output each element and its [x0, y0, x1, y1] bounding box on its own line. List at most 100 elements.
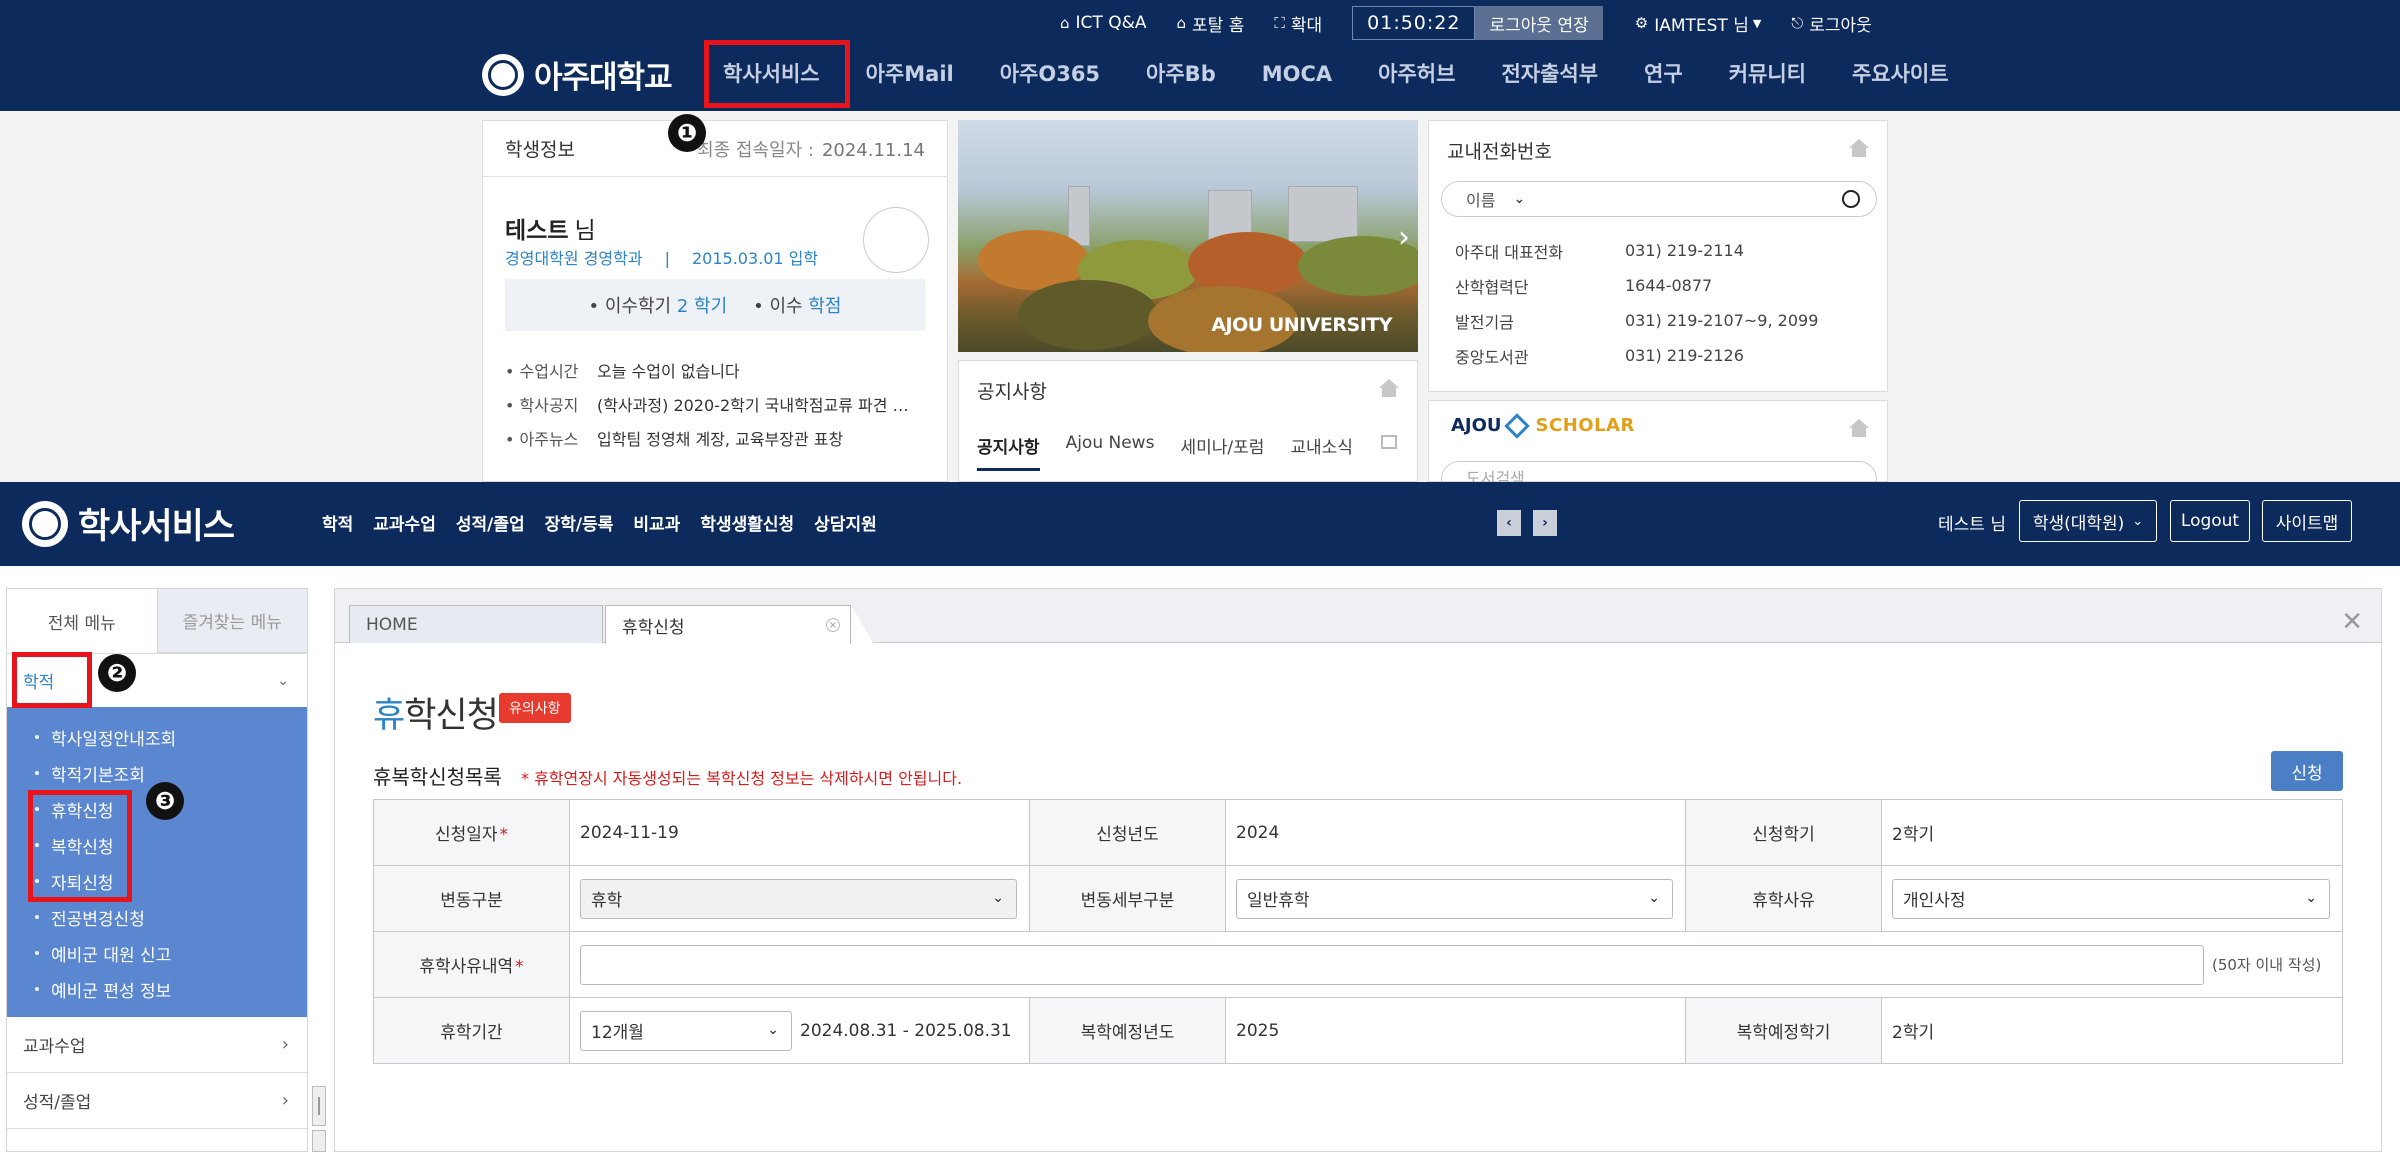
- ajou-scholar-logo[interactable]: AJOU SCHOLAR: [1451, 412, 1635, 439]
- sidebar-item-schedule[interactable]: 학사일정안내조회: [7, 719, 307, 755]
- portal-nav-bb[interactable]: 아주Bb: [1123, 58, 1239, 90]
- apply-button[interactable]: 신청: [2271, 751, 2343, 791]
- phone-directory-card: 교내전화번호 이름 ⌄ 아주대 대표전화 031) 219-2114 산학협력단 1…: [1428, 120, 1888, 392]
- sidebar-collapse-handle[interactable]: [312, 1086, 326, 1126]
- library-search-input[interactable]: 도서검색: [1441, 461, 1877, 482]
- portal-nav-o365[interactable]: 아주O365: [977, 58, 1123, 90]
- notice-tab-seminar[interactable]: 세미나/포럼: [1180, 433, 1264, 471]
- notice-title: 공지사항: [977, 381, 1047, 403]
- highlight-academic-record: [12, 652, 92, 708]
- last-login: 최종 접속일자 :2024.11.14: [697, 139, 925, 161]
- university-seal-icon: [482, 53, 524, 96]
- nav-counseling[interactable]: 상담지원: [814, 510, 877, 535]
- more-icon[interactable]: [1381, 435, 1397, 449]
- portal-nav-research[interactable]: 연구: [1621, 58, 1706, 90]
- student-department: 경영대학원 경영학과 | 2015.03.01 입학: [505, 249, 819, 268]
- extend-session-button[interactable]: 로그아웃 연장: [1475, 6, 1603, 40]
- list-item[interactable]: • 아주뉴스 입학팀 정영채 계장, 교육부장관 표창: [505, 421, 917, 455]
- tab-favorite-menu[interactable]: 즐겨찾는 메뉴: [156, 589, 307, 653]
- close-icon[interactable]: ✕: [2341, 607, 2363, 637]
- list-item: 아주대 대표전화 031) 219-2114: [1455, 241, 1744, 262]
- chevron-right-icon[interactable]: ›: [1533, 510, 1557, 536]
- academic-service-logo[interactable]: 학사서비스: [22, 498, 235, 549]
- home-icon[interactable]: [1379, 379, 1399, 397]
- table-row: 변동구분 휴학 ⌄ 변동세부구분 일반휴학 ⌄ 휴학사유 개인사정 ⌄: [373, 865, 2343, 932]
- zoom-button[interactable]: ⛶ 확대: [1274, 11, 1322, 36]
- notice-tab-campus-news[interactable]: 교내소식: [1290, 433, 1353, 471]
- step-marker-1: ❶: [668, 114, 706, 152]
- search-icon[interactable]: [1842, 190, 1860, 208]
- logout-button[interactable]: Logout: [2170, 500, 2250, 542]
- sidebar-item-reserve-report[interactable]: 예비군 대원 신고: [7, 935, 307, 971]
- chevron-down-icon: ⌄: [1513, 191, 1526, 207]
- chevron-down-icon: ⌄: [2132, 513, 2144, 529]
- nav-student-life[interactable]: 학생생활신청: [700, 510, 794, 535]
- nav-scholarship[interactable]: 장학/등록: [545, 510, 614, 535]
- nav-grades[interactable]: 성적/졸업: [456, 510, 525, 535]
- apply-date-value: 2024-11-19: [569, 799, 1030, 866]
- notice-tab-ajou-news[interactable]: Ajou News: [1066, 433, 1155, 471]
- session-timer: 01:50:22: [1352, 6, 1476, 40]
- sidebar-group-grades[interactable]: 성적/졸업 ›: [7, 1073, 307, 1129]
- tab-home[interactable]: HOME: [349, 605, 603, 643]
- sidebar-scroll-handle[interactable]: [312, 1130, 326, 1152]
- home-icon[interactable]: [1849, 139, 1869, 157]
- work-area: HOME 휴학신청 × ✕ 휴학신청 유의사항 휴복학신청목록 * 휴학연장시 …: [334, 588, 2382, 1152]
- return-year-value: 2025: [1225, 997, 1686, 1064]
- nav-courses[interactable]: 교과수업: [373, 510, 436, 535]
- portal-nav-mail[interactable]: 아주Mail: [843, 58, 977, 90]
- highlight-academic-service: [704, 40, 850, 108]
- leave-reason-select[interactable]: 개인사정 ⌄: [1892, 878, 2330, 919]
- scholar-card: AJOU SCHOLAR 도서검색: [1428, 400, 1888, 482]
- table-row: 신청일자 * 2024-11-19 신청년도 2024 신청학기 2학기: [373, 799, 2343, 866]
- notice-badge[interactable]: 유의사항: [499, 693, 571, 723]
- home-icon[interactable]: [1849, 419, 1869, 437]
- portal-nav: 학사서비스 아주Mail 아주O365 아주Bb MOCA 아주허브 전자출석부…: [700, 58, 1972, 90]
- notice-tab-notice[interactable]: 공지사항: [977, 433, 1040, 471]
- portal-nav-moca[interactable]: MOCA: [1239, 58, 1355, 90]
- portal-nav-hub[interactable]: 아주허브: [1355, 58, 1478, 90]
- portal-nav-attendance[interactable]: 전자출석부: [1478, 58, 1621, 90]
- list-item[interactable]: • 학사공지 (학사과정) 2020-2학기 국내학점교류 파견 …: [505, 387, 917, 421]
- nav-academic-record[interactable]: 학적: [322, 510, 353, 535]
- credit-summary: • 이수학기 2 학기 • 이수 학점: [505, 279, 925, 331]
- chevron-left-icon[interactable]: ‹: [1497, 510, 1521, 536]
- sitemap-button[interactable]: 사이트맵: [2262, 500, 2352, 542]
- sidebar-item-major-change[interactable]: 전공변경신청: [7, 899, 307, 935]
- change-type-select[interactable]: 휴학 ⌄: [580, 878, 1017, 919]
- portal-nav-community[interactable]: 커뮤니티: [1706, 58, 1829, 90]
- notice-card: 공지사항 공지사항 Ajou News 세미나/포럼 교내소식: [958, 360, 1418, 482]
- zoom-icon: ⛶: [1274, 14, 1285, 32]
- list-item[interactable]: • 수업시간 오늘 수업이 없습니다: [505, 353, 917, 387]
- student-name: 테스트 님: [505, 218, 596, 244]
- chevron-right-icon[interactable]: ›: [1398, 220, 1410, 255]
- portal-logo[interactable]: 아주대학교: [482, 52, 673, 97]
- change-detail-select[interactable]: 일반휴학 ⌄: [1236, 878, 1673, 919]
- academic-service-nav: 학적 교과수업 성적/졸업 장학/등록 비교과 학생생활신청 상담지원: [322, 510, 897, 535]
- apply-semester-value: 2학기: [1881, 799, 2343, 866]
- user-menu[interactable]: ⚙ IAMTEST 님 ▼: [1635, 11, 1762, 36]
- role-select[interactable]: 학생(대학원) ⌄: [2019, 500, 2157, 542]
- portal-logout-link[interactable]: ⎋ 로그아웃: [1791, 11, 1871, 36]
- tab-all-menu[interactable]: 전체 메뉴: [7, 589, 157, 653]
- close-icon[interactable]: ×: [826, 618, 840, 632]
- portal-nav-major-sites[interactable]: 주요사이트: [1829, 58, 1972, 90]
- academic-service-header: 학사서비스 학적 교과수업 성적/졸업 장학/등록 비교과 학생생활신청 상담지…: [0, 482, 2400, 566]
- leave-period-select[interactable]: 12개월 ⌄: [580, 1010, 792, 1051]
- portal-home-link[interactable]: ⌂ 포탈 홈: [1176, 11, 1244, 36]
- chevron-down-icon: ⌄: [767, 1021, 779, 1038]
- ict-qa-link[interactable]: ⌂ ICT Q&A: [1060, 13, 1146, 33]
- nav-extracurricular[interactable]: 비교과: [633, 510, 680, 535]
- notice-tabs: 공지사항 Ajou News 세미나/포럼 교내소식: [977, 433, 1379, 471]
- campus-photo-banner[interactable]: › AJOU UNIVERSITY: [958, 120, 1418, 352]
- tab-leave-application[interactable]: 휴학신청 ×: [605, 605, 851, 644]
- table-row: 휴학사유내역 * (50자 이내 작성): [373, 931, 2343, 998]
- leave-application-form: 신청일자 * 2024-11-19 신청년도 2024 신청학기 2학기 변동구분…: [373, 799, 2343, 1064]
- sidebar-group-courses[interactable]: 교과수업 ›: [7, 1017, 307, 1073]
- phone-search-input[interactable]: 이름 ⌄: [1441, 181, 1877, 217]
- student-info-card: 학생정보 최종 접속일자 :2024.11.14 테스트 님 경영대학원 경영학과…: [482, 120, 948, 482]
- utility-bar: ⌂ ICT Q&A ⌂ 포탈 홈 ⛶ 확대 01:50:22 로그아웃 연장 ⚙…: [1060, 6, 1902, 40]
- chevron-down-icon: ⌄: [1648, 889, 1660, 906]
- sidebar-item-reserve-info[interactable]: 예비군 편성 정보: [7, 971, 307, 1007]
- leave-reason-detail-input[interactable]: [580, 944, 2204, 985]
